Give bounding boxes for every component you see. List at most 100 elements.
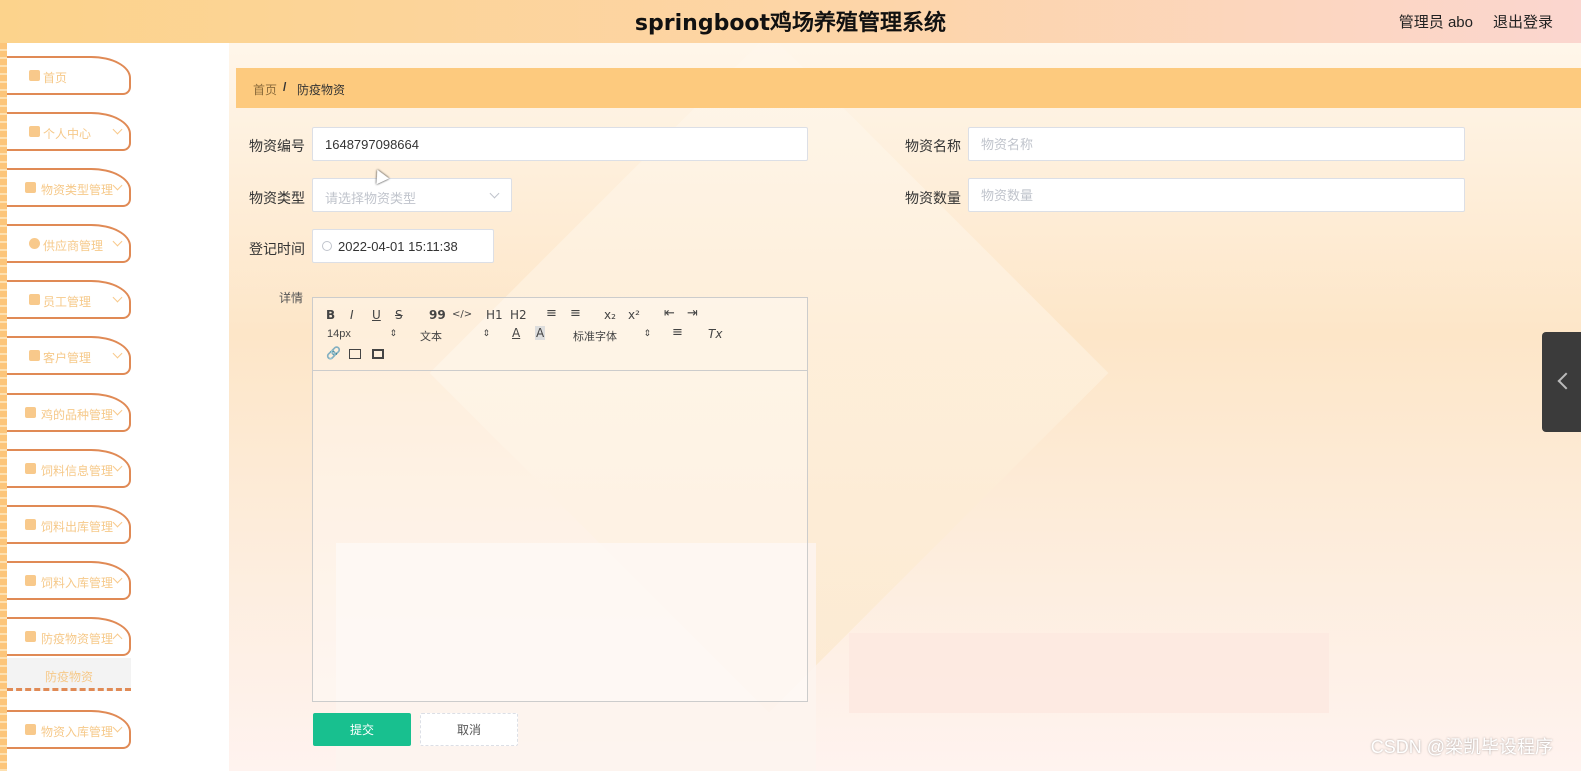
user-label: 管理员 abo [1398,14,1473,31]
ordered-list-icon[interactable]: ≡ [546,306,557,321]
chevron-down-icon [112,573,123,584]
align-icon[interactable]: ≡ [672,325,683,340]
sidebar-item-material-type[interactable]: 物资类型管理 [7,168,131,207]
top-header: springboot鸡场养殖管理系统 管理员 abo 退出登录 [0,0,1581,43]
header-picker[interactable]: 文本 ⇕ [420,328,490,344]
breadcrumb-separator: / [283,80,287,94]
background-color-icon[interactable]: A [535,326,546,340]
time-value: 2022-04-01 15:11:38 [338,239,458,254]
underline-button[interactable]: U [372,308,381,322]
clean-format-button[interactable]: Tx [708,327,722,341]
sidebar-item-label: 饲料入库管理 [41,576,114,590]
updown-icon: ⇕ [482,328,490,338]
strike-button[interactable]: S [395,308,403,322]
clock-icon [322,241,332,251]
sidebar: 首页 个人中心 物资类型管理 供应商管理 员工管理 客户管理 鸡的品种管理 饲料… [0,43,229,771]
watermark: CSDN @梁凯毕设程序 [1370,737,1553,757]
thumb-icon [25,182,36,193]
chevron-left-icon [1557,372,1575,390]
sidebar-item-material-in[interactable]: 物资入库管理 [7,710,131,749]
sidebar-strip [0,43,7,771]
image-icon[interactable] [349,349,361,359]
superscript-button[interactable]: x² [628,308,640,322]
subscript-button[interactable]: x₂ [604,308,616,322]
sidebar-item-label: 饲料信息管理 [41,464,114,478]
chevron-down-icon [489,188,500,199]
sidebar-item-feed-out[interactable]: 饲料出库管理 [7,505,131,544]
home-icon [29,70,40,81]
pin-icon [29,238,40,249]
italic-button[interactable]: I [350,308,354,322]
sidebar-item-staff[interactable]: 员工管理 [7,280,131,319]
updown-icon: ⇕ [643,328,651,338]
logout-link[interactable]: 退出登录 [1493,11,1553,32]
side-panel-toggle[interactable] [1542,332,1581,432]
sidebar-subitem-label: 防疫物资 [44,670,93,684]
font-color-icon[interactable]: A [512,326,520,340]
breadcrumb-current: 防疫物资 [297,83,346,97]
grid-icon [29,294,40,305]
font-family-picker[interactable]: 标准字体 ⇕ [573,328,651,344]
sidebar-item-label: 物资入库管理 [41,725,114,739]
sidebar-item-breed[interactable]: 鸡的品种管理 [7,393,131,432]
bullet-list-icon[interactable]: ≡ [570,306,581,321]
quote-button[interactable]: 99 [429,308,446,322]
code-block-button[interactable]: </> [452,309,472,320]
editor-body[interactable] [313,372,807,701]
quantity-input[interactable] [968,178,1465,212]
sidebar-item-customer[interactable]: 客户管理 [7,336,131,375]
h1-button[interactable]: H1 [486,308,503,322]
quantity-label: 物资数量 [905,190,961,206]
chevron-up-icon [112,633,123,644]
outdent-icon[interactable]: ⇤ [664,306,675,321]
chevron-down-icon [112,461,123,472]
detail-label: 详情 [279,291,304,305]
breadcrumb-home[interactable]: 首页 [253,81,277,98]
sidebar-item-label: 防疫物资管理 [41,632,114,646]
main-content: 首页 / 防疫物资 物资编号 物资名称 物资类型 请选择物资类型 物资数量 登记… [229,43,1581,771]
sidebar-item-label: 员工管理 [43,295,92,309]
link-icon[interactable]: 🔗 [326,346,341,360]
video-icon[interactable] [372,349,384,359]
rich-text-editor: B I U S 99 </> H1 H2 ≡ ≡ x₂ x² ⇤ ⇥ 14px … [312,297,808,702]
chevron-down-icon [112,348,123,359]
type-label: 物资类型 [249,190,305,206]
sidebar-item-feed-info[interactable]: 饲料信息管理 [7,449,131,488]
name-label: 物资名称 [905,138,961,154]
cancel-button[interactable]: 取消 [420,713,518,746]
grid-icon [25,575,36,586]
sidebar-item-label: 饲料出库管理 [41,520,114,534]
bold-button[interactable]: B [326,308,335,322]
chevron-down-icon [112,124,123,135]
sidebar-item-home[interactable]: 首页 [7,56,131,95]
chevron-down-icon [112,722,123,733]
breadcrumb: 首页 / 防疫物资 [236,68,1581,108]
chevron-down-icon [112,292,123,303]
h2-button[interactable]: H2 [510,308,527,322]
time-picker[interactable]: 2022-04-01 15:11:38 [312,229,494,263]
sidebar-item-label: 客户管理 [43,351,92,365]
font-size-picker[interactable]: 14px ⇕ [327,328,397,340]
sidebar-item-feed-in[interactable]: 饲料入库管理 [7,561,131,600]
app-title: springboot鸡场养殖管理系统 [634,11,947,36]
updown-icon: ⇕ [389,328,397,338]
code-label: 物资编号 [249,138,305,154]
doc-icon [25,631,36,642]
name-input[interactable] [968,127,1465,161]
sidebar-item-label: 个人中心 [43,127,92,141]
chevron-down-icon [112,517,123,528]
sidebar-item-label: 供应商管理 [43,239,104,253]
chevron-down-icon [112,180,123,191]
grid-icon [25,463,36,474]
sidebar-item-supplier[interactable]: 供应商管理 [7,224,131,263]
indent-icon[interactable]: ⇥ [687,306,698,321]
sidebar-item-epidemic-material[interactable]: 防疫物资管理 [7,617,131,656]
font-family-value: 标准字体 [573,331,617,343]
code-input[interactable] [312,127,808,161]
type-select[interactable]: 请选择物资类型 [312,178,512,212]
chevron-down-icon [112,236,123,247]
sidebar-subitem-epidemic[interactable]: 防疫物资 [7,658,131,691]
sidebar-item-profile[interactable]: 个人中心 [7,112,131,151]
type-select-placeholder: 请选择物资类型 [325,191,417,206]
submit-button[interactable]: 提交 [313,713,411,746]
